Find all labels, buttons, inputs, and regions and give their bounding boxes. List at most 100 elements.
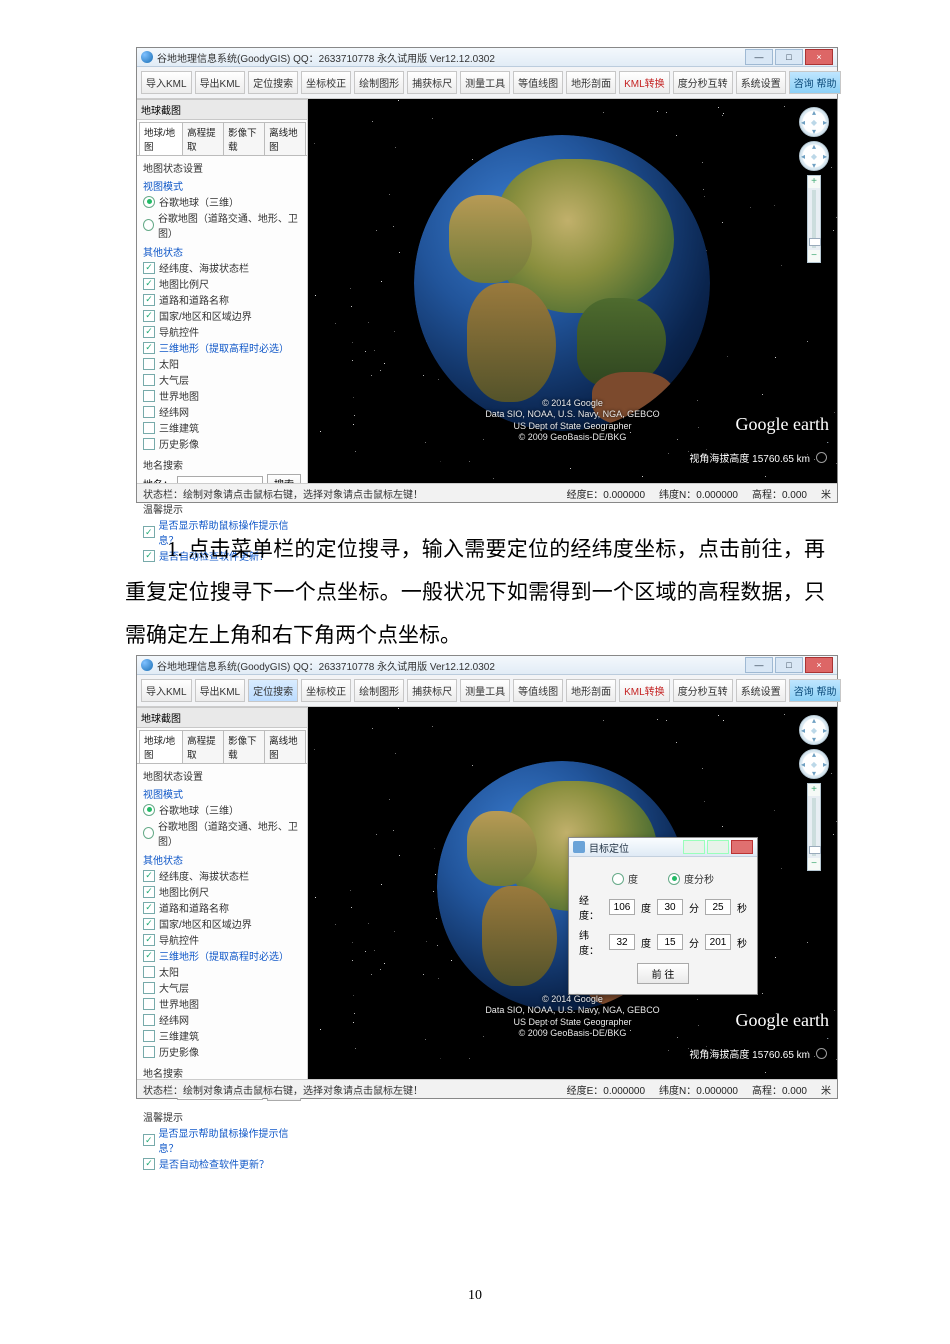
toolbar-button[interactable]: 导出KML bbox=[195, 71, 246, 94]
toolbar-button[interactable]: 绘制图形 bbox=[354, 679, 404, 702]
globe[interactable] bbox=[414, 135, 710, 431]
layer-checkbox[interactable]: 经纬度、海拔状态栏 bbox=[143, 260, 301, 275]
view-mode-radio[interactable]: 谷歌地图（道路交通、地形、卫图） bbox=[143, 210, 301, 240]
toolbar-button[interactable]: 等值线图 bbox=[513, 71, 563, 94]
toolbar-button[interactable]: 测量工具 bbox=[460, 71, 510, 94]
dialog-close-button[interactable] bbox=[731, 840, 753, 854]
status-lon: 经度E：0.000000 bbox=[567, 1082, 645, 1097]
layer-checkbox[interactable]: 世界地图 bbox=[143, 996, 301, 1011]
lon-deg-input[interactable] bbox=[609, 899, 635, 915]
toolbar-button[interactable]: 咨询 帮助 bbox=[789, 71, 842, 94]
toolbar-button[interactable]: 测量工具 bbox=[460, 679, 510, 702]
lat-min-input[interactable] bbox=[657, 934, 683, 950]
layer-checkbox[interactable]: 地图比例尺 bbox=[143, 276, 301, 291]
toolbar-button[interactable]: 定位搜索 bbox=[248, 679, 298, 702]
sidebar-tab[interactable]: 高程提取 bbox=[182, 122, 224, 155]
layer-checkbox[interactable]: 世界地图 bbox=[143, 388, 301, 403]
toolbar-button[interactable]: 定位搜索 bbox=[248, 71, 298, 94]
dialog-max-button[interactable] bbox=[707, 840, 729, 854]
layer-checkbox[interactable]: 国家/地区和区域边界 bbox=[143, 308, 301, 323]
prompt-checkbox[interactable]: 是否显示帮助鼠标操作提示信息？ bbox=[143, 1125, 301, 1155]
look-ring[interactable]: ▴▾◂▸ bbox=[799, 715, 829, 745]
layer-checkbox[interactable]: 三维地形（提取高程时必选） bbox=[143, 948, 301, 963]
toolbar-button[interactable]: 地形剖面 bbox=[566, 71, 616, 94]
toolbar-button[interactable]: 度分秒互转 bbox=[673, 71, 733, 94]
mode-deg-radio[interactable]: 度 bbox=[612, 871, 638, 886]
locate-dialog[interactable]: 目标定位 度 度分秒 经 度： 度 分 秒 bbox=[568, 837, 758, 995]
sidebar-tab[interactable]: 地球/地图 bbox=[139, 730, 183, 763]
zoom-slider[interactable]: +− bbox=[807, 783, 821, 871]
toolbar-button[interactable]: 坐标校正 bbox=[301, 71, 351, 94]
pan-ring[interactable]: ▴▾◂▸ bbox=[799, 141, 829, 171]
toolbar-button[interactable]: 等值线图 bbox=[513, 679, 563, 702]
sidebar-tab[interactable]: 地球/地图 bbox=[139, 122, 183, 155]
view-mode-radio[interactable]: 谷歌地图（道路交通、地形、卫图） bbox=[143, 818, 301, 848]
layer-checkbox[interactable]: 三维地形（提取高程时必选） bbox=[143, 340, 301, 355]
minimize-button[interactable]: — bbox=[745, 49, 773, 65]
layer-checkbox[interactable]: 道路和道路名称 bbox=[143, 900, 301, 915]
layer-checkbox[interactable]: 导航控件 bbox=[143, 932, 301, 947]
layer-checkbox[interactable]: 地图比例尺 bbox=[143, 884, 301, 899]
toolbar-button[interactable]: 系统设置 bbox=[736, 71, 786, 94]
toolbar-button[interactable]: 导入KML bbox=[141, 679, 192, 702]
sidebar-tab[interactable]: 离线地图 bbox=[264, 730, 306, 763]
view-mode-radio[interactable]: 谷歌地球（三维） bbox=[143, 802, 301, 817]
layer-checkbox[interactable]: 太阳 bbox=[143, 356, 301, 371]
layer-checkbox[interactable]: 历史影像 bbox=[143, 1044, 301, 1059]
status-lat: 纬度N：0.000000 bbox=[659, 486, 738, 501]
altitude-bar: 视角海拔高度 15760.65 km bbox=[308, 449, 837, 465]
pan-ring[interactable]: ▴▾◂▸ bbox=[799, 749, 829, 779]
layer-checkbox[interactable]: 历史影像 bbox=[143, 436, 301, 451]
view-mode-radio[interactable]: 谷歌地球（三维） bbox=[143, 194, 301, 209]
lat-deg-input[interactable] bbox=[609, 934, 635, 950]
toolbar-button[interactable]: 坐标校正 bbox=[301, 679, 351, 702]
toolbar-button[interactable]: 捕获标尺 bbox=[407, 71, 457, 94]
layer-checkbox[interactable]: 经纬网 bbox=[143, 1012, 301, 1027]
status-message: 状态栏：绘制对象请点击鼠标右键，选择对象请点击鼠标左键！ bbox=[143, 486, 423, 501]
layer-checkbox[interactable]: 经纬网 bbox=[143, 404, 301, 419]
close-button[interactable]: × bbox=[805, 49, 833, 65]
sidebar-tab[interactable]: 离线地图 bbox=[264, 122, 306, 155]
sidebar-tab[interactable]: 影像下载 bbox=[223, 122, 265, 155]
toolbar-button[interactable]: 导入KML bbox=[141, 71, 192, 94]
close-button[interactable]: × bbox=[805, 657, 833, 673]
prompt-checkbox[interactable]: 是否自动检查软件更新？ bbox=[143, 1156, 301, 1171]
lon-min-input[interactable] bbox=[657, 899, 683, 915]
toolbar-button[interactable]: 咨询 帮助 bbox=[789, 679, 842, 702]
layer-checkbox[interactable]: 国家/地区和区域边界 bbox=[143, 916, 301, 931]
screenshot-1: 谷地地理信息系统(GoodyGIS) QQ：2633710778 永久试用版 V… bbox=[136, 47, 838, 503]
lat-sec-input[interactable] bbox=[705, 934, 731, 950]
lon-sec-input[interactable] bbox=[705, 899, 731, 915]
layer-checkbox[interactable]: 大气层 bbox=[143, 980, 301, 995]
map-viewport[interactable]: ▴▾◂▸ ▴▾◂▸ +− 目标定位 度 bbox=[308, 707, 837, 1079]
toolbar-button[interactable]: 系统设置 bbox=[736, 679, 786, 702]
toolbar-button[interactable]: 地形剖面 bbox=[566, 679, 616, 702]
toolbar-button[interactable]: 度分秒互转 bbox=[673, 679, 733, 702]
go-button[interactable]: 前 往 bbox=[637, 963, 690, 984]
maximize-button[interactable]: □ bbox=[775, 657, 803, 673]
layer-checkbox[interactable]: 导航控件 bbox=[143, 324, 301, 339]
maximize-button[interactable]: □ bbox=[775, 49, 803, 65]
map-viewport[interactable]: ▴▾◂▸ ▴▾◂▸ +− © 2014 GoogleData SIO, NOAA… bbox=[308, 99, 837, 483]
toolbar-button[interactable]: 导出KML bbox=[195, 679, 246, 702]
look-ring[interactable]: ▴▾◂▸ bbox=[799, 107, 829, 137]
main-toolbar: 导入KML导出KML定位搜索坐标校正绘制图形捕获标尺测量工具等值线图地形剖面KM… bbox=[137, 675, 837, 707]
sidebar-tab[interactable]: 高程提取 bbox=[182, 730, 224, 763]
toolbar-button[interactable]: KML转换 bbox=[619, 71, 670, 94]
nav-controls[interactable]: ▴▾◂▸ ▴▾◂▸ +− bbox=[799, 715, 829, 871]
dialog-min-button[interactable] bbox=[683, 840, 705, 854]
toolbar-button[interactable]: 绘制图形 bbox=[354, 71, 404, 94]
layer-checkbox[interactable]: 大气层 bbox=[143, 372, 301, 387]
layer-checkbox[interactable]: 三维建筑 bbox=[143, 1028, 301, 1043]
sidebar-tab[interactable]: 影像下载 bbox=[223, 730, 265, 763]
layer-checkbox[interactable]: 三维建筑 bbox=[143, 420, 301, 435]
layer-checkbox[interactable]: 道路和道路名称 bbox=[143, 292, 301, 307]
layer-checkbox[interactable]: 经纬度、海拔状态栏 bbox=[143, 868, 301, 883]
mode-dms-radio[interactable]: 度分秒 bbox=[668, 871, 714, 886]
layer-checkbox[interactable]: 太阳 bbox=[143, 964, 301, 979]
toolbar-button[interactable]: 捕获标尺 bbox=[407, 679, 457, 702]
minimize-button[interactable]: — bbox=[745, 657, 773, 673]
toolbar-button[interactable]: KML转换 bbox=[619, 679, 670, 702]
nav-controls[interactable]: ▴▾◂▸ ▴▾◂▸ +− bbox=[799, 107, 829, 263]
zoom-slider[interactable]: +− bbox=[807, 175, 821, 263]
